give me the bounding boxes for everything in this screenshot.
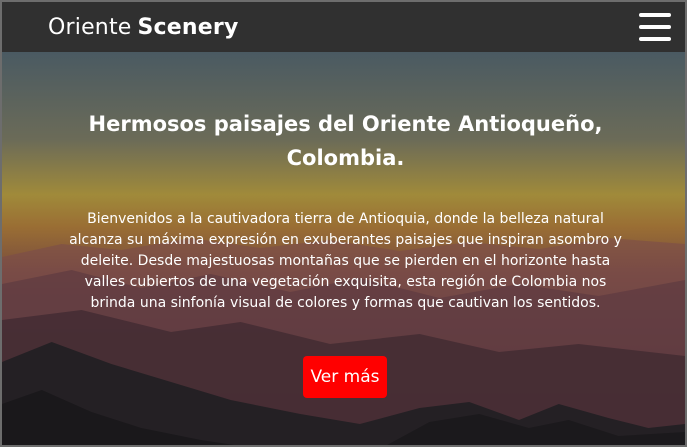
- top-navbar: Oriente Scenery: [2, 2, 685, 52]
- app-frame: Oriente Scenery Hermosos paisajes del Or…: [0, 0, 687, 447]
- brand-logo[interactable]: Oriente Scenery: [48, 15, 239, 40]
- hero-section: Hermosos paisajes del Oriente Antioqueño…: [2, 52, 685, 445]
- hero-title: Hermosos paisajes del Oriente Antioqueño…: [88, 112, 603, 170]
- menu-bar: [639, 13, 671, 17]
- ver-mas-button[interactable]: Ver más: [303, 356, 387, 398]
- hero-description: Bienvenidos a la cautivadora tierra de A…: [69, 211, 622, 311]
- menu-bar: [639, 37, 671, 41]
- hamburger-menu-icon[interactable]: [639, 13, 671, 41]
- menu-bar: [639, 25, 671, 29]
- hero-content: Hermosos paisajes del Oriente Antioqueño…: [2, 52, 685, 445]
- brand-name-light: Oriente: [48, 14, 132, 40]
- brand-name-bold: Scenery: [137, 14, 239, 40]
